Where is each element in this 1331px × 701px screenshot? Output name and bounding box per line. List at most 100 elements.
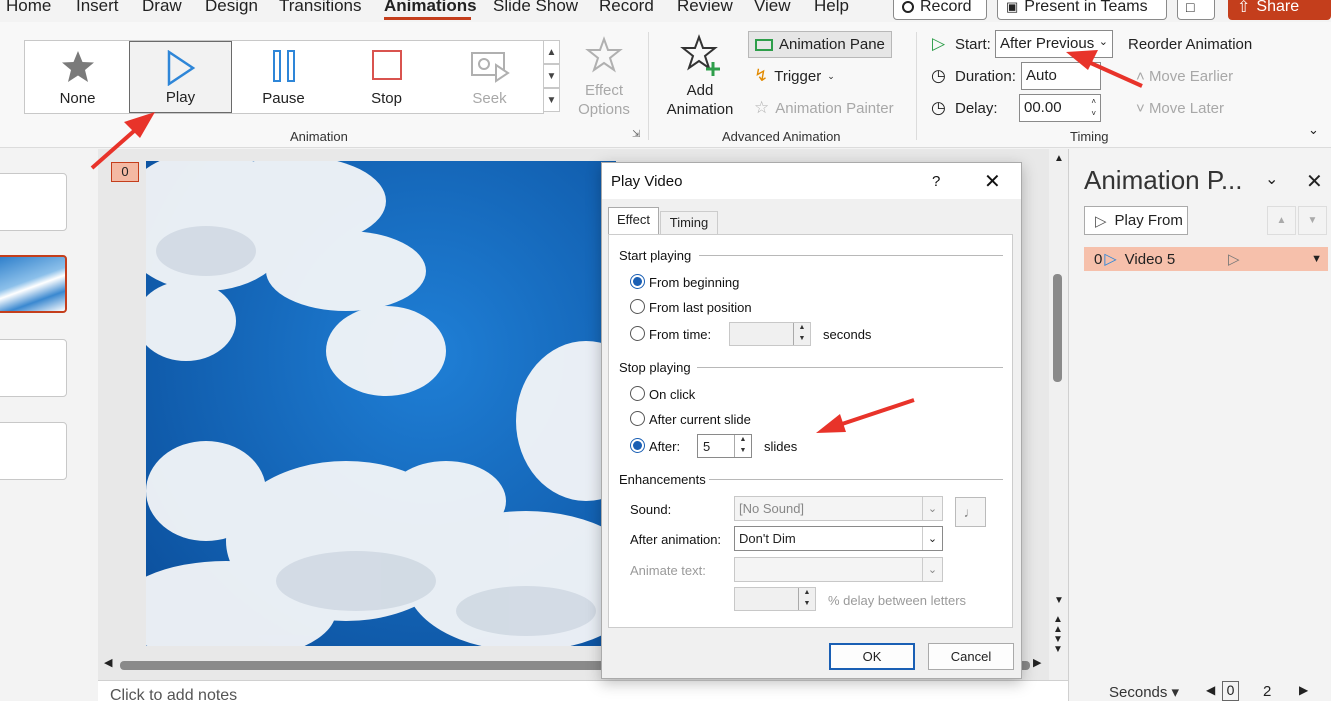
enhancements-heading: Enhancements — [619, 472, 706, 487]
sky-video-frame — [146, 161, 616, 646]
duration-spinner[interactable]: Auto — [1021, 62, 1101, 90]
timing-group-label: Timing — [1070, 129, 1109, 144]
video-object[interactable] — [146, 161, 616, 646]
close-icon[interactable]: ✕ — [1306, 169, 1323, 194]
gallery-none[interactable]: None — [26, 41, 129, 113]
add-animation-icon — [680, 34, 720, 76]
after-animation-dropdown[interactable]: Don't Dim ⌄ — [734, 526, 943, 551]
pane-options-icon[interactable]: ⌄ — [1265, 169, 1278, 189]
gallery-scroll-down[interactable]: ▼ — [543, 64, 560, 88]
help-button[interactable]: ? — [932, 173, 940, 190]
chevron-down-icon[interactable]: ▼ — [1311, 253, 1322, 265]
letter-delay-spinner[interactable]: ▲ ▼ — [734, 587, 816, 611]
comments-button[interactable]: □ — [1177, 0, 1215, 20]
chevron-down-icon: ⌄ — [922, 558, 942, 581]
move-down-button[interactable]: ▼ — [1298, 206, 1327, 235]
from-beginning-radio[interactable] — [630, 274, 645, 289]
menu-view[interactable]: View — [754, 0, 791, 16]
comment-icon: □ — [1186, 0, 1195, 15]
chevron-down-icon: ˅ — [1136, 100, 1145, 117]
start-dropdown[interactable]: After Previous ⌄ — [995, 30, 1113, 58]
notes-pane[interactable]: Click to add notes — [98, 680, 1068, 701]
share-button[interactable]: ⇧ Share — [1228, 0, 1331, 20]
trigger-button[interactable]: ↯ Trigger ⌄ — [754, 66, 835, 86]
animation-group-label: Animation — [290, 129, 348, 144]
add-animation-button[interactable]: Add Animation — [654, 34, 746, 118]
menu-draw[interactable]: Draw — [142, 0, 182, 16]
record-icon — [902, 1, 914, 13]
menu-help[interactable]: Help — [814, 0, 849, 16]
animate-text-label: Animate text: — [630, 563, 706, 578]
animation-pane-button[interactable]: Animation Pane — [748, 31, 892, 58]
scroll-down-icon[interactable]: ▼ — [1054, 595, 1064, 606]
next-slide-icon[interactable]: ▼ ▼ — [1053, 635, 1063, 655]
active-tab-indicator — [384, 17, 471, 20]
animation-painter-button[interactable]: ☆ Animation Painter — [754, 98, 894, 118]
scroll-thumb[interactable] — [1053, 274, 1062, 382]
after-slides-spinner[interactable]: 5 ▲ ▼ — [697, 434, 752, 458]
after-slides-radio[interactable] — [630, 438, 645, 453]
slide-thumbnail[interactable] — [0, 173, 67, 231]
timeline-mark: 2 — [1263, 683, 1272, 700]
advanced-animation-group-label: Advanced Animation — [722, 129, 841, 144]
vertical-scrollbar[interactable]: ▲ ▼ ▲▲ ▼▼ ▲ — [1049, 149, 1068, 701]
menu-animations[interactable]: Animations — [384, 0, 477, 16]
gallery-scroll-up[interactable]: ▲ — [543, 40, 560, 64]
menu-insert[interactable]: Insert — [76, 0, 119, 16]
from-time-spinner[interactable]: ▲ ▼ — [729, 322, 811, 346]
seconds-dropdown[interactable]: Seconds ▾ — [1109, 683, 1179, 701]
tab-effect[interactable]: Effect — [608, 207, 659, 235]
gallery-pause[interactable]: Pause — [232, 41, 335, 113]
from-time-radio[interactable] — [630, 326, 645, 341]
ok-button[interactable]: OK — [829, 643, 915, 670]
dialog-launcher-icon[interactable]: ⇲ — [632, 129, 640, 140]
timeline-right-icon[interactable]: ▶ — [1299, 683, 1308, 697]
move-up-button[interactable]: ▲ — [1267, 206, 1296, 235]
scroll-right-icon[interactable]: ▶ — [1033, 656, 1041, 669]
gallery-play[interactable]: Play — [129, 41, 232, 113]
menu-design[interactable]: Design — [205, 0, 258, 16]
scroll-left-icon[interactable]: ◀ — [104, 656, 112, 669]
timeline-left-icon[interactable]: ◀ — [1206, 683, 1215, 697]
slide-thumbnail-selected[interactable] — [0, 255, 67, 313]
gallery-more[interactable]: ▼ — [543, 88, 560, 112]
effect-options-button[interactable]: Effect Options — [566, 36, 642, 118]
close-icon[interactable]: ✕ — [984, 169, 1001, 194]
slide-thumbnail[interactable] — [0, 422, 67, 480]
menu-home[interactable]: Home — [6, 0, 51, 16]
gallery-stop[interactable]: Stop — [335, 41, 438, 113]
stop-playing-heading: Stop playing — [619, 360, 691, 375]
after-current-slide-radio[interactable] — [630, 411, 645, 426]
delay-spinner[interactable]: 00.00 ˄ ˅ — [1019, 94, 1101, 122]
speaker-icon[interactable]: ♩ — [955, 497, 986, 527]
play-from-button[interactable]: ▷ Play From — [1084, 206, 1188, 235]
move-later-button[interactable]: ˅ Move Later — [1136, 100, 1224, 117]
move-earlier-button[interactable]: ˄ Move Earlier — [1136, 68, 1233, 85]
ribbon-separator — [916, 32, 917, 140]
pause-icon — [272, 50, 295, 82]
animation-list-item[interactable]: 0 ▷ Video 5 ▷ ▼ — [1084, 247, 1328, 271]
from-last-position-radio[interactable] — [630, 299, 645, 314]
delay-icon: ◷ — [931, 98, 946, 117]
gallery-seek[interactable]: Seek — [438, 41, 541, 113]
play-icon — [167, 50, 195, 86]
slide-thumbnail[interactable] — [0, 339, 67, 397]
menu-record[interactable]: Record — [599, 0, 654, 16]
present-teams-button[interactable]: ▣ Present in Teams — [997, 0, 1167, 20]
menu-review[interactable]: Review — [677, 0, 733, 16]
prev-slide-icon[interactable]: ▲ ▲ — [1053, 615, 1063, 635]
animation-pane-icon — [755, 38, 773, 51]
divider — [709, 479, 1003, 480]
cancel-button[interactable]: Cancel — [928, 643, 1014, 670]
scroll-up-icon[interactable]: ▲ — [1054, 153, 1064, 164]
menu-transitions[interactable]: Transitions — [279, 0, 362, 16]
divider — [699, 255, 1003, 256]
collapse-ribbon-icon[interactable]: ⌄ — [1308, 122, 1319, 138]
menu-slide-show[interactable]: Slide Show — [493, 0, 578, 16]
record-button[interactable]: Record — [893, 0, 987, 20]
on-click-radio[interactable] — [630, 386, 645, 401]
animate-text-dropdown[interactable]: ⌄ — [734, 557, 943, 582]
animation-order-tag[interactable]: 0 — [111, 162, 139, 182]
tab-timing[interactable]: Timing — [660, 211, 718, 235]
sound-dropdown[interactable]: [No Sound] ⌄ — [734, 496, 943, 521]
